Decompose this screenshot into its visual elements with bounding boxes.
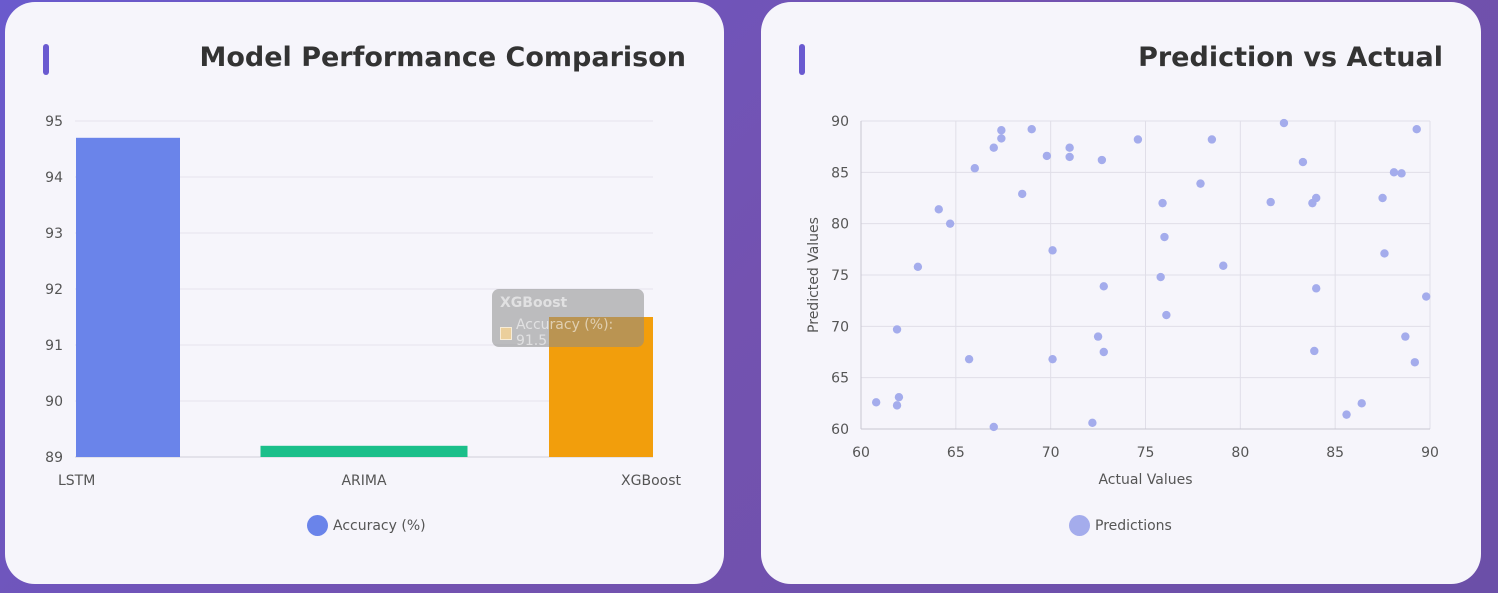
scatter-point — [997, 134, 1006, 143]
scatter-point — [1422, 292, 1431, 301]
scatter-point — [1412, 125, 1421, 134]
bar-chart[interactable]: 89 90 91 92 93 94 95 LSTM ARIMA XGBoost — [5, 2, 724, 502]
y-tick-label: 93 — [45, 226, 63, 242]
x-tick-label: 85 — [1326, 445, 1344, 461]
scatter-point — [1133, 135, 1143, 144]
scatter-point — [1158, 198, 1167, 208]
x-axis-title: Actual Values — [1098, 472, 1192, 488]
y-tick-label: 60 — [831, 422, 849, 438]
scatter-point — [892, 401, 902, 410]
chart-tooltip: XGBoost Accuracy (%): 91.5 — [492, 289, 644, 349]
tooltip-swatch — [500, 326, 512, 340]
y-axis-title: Predicted Values — [806, 217, 822, 333]
x-tick-label: 80 — [1231, 445, 1249, 461]
scatter-point — [989, 422, 998, 432]
tooltip-title: XGBoost — [500, 295, 568, 311]
x-tick-label: LSTM — [58, 473, 95, 489]
y-tick-label: 89 — [45, 450, 63, 466]
scatter-point — [1088, 418, 1097, 428]
scatter-point — [913, 262, 923, 271]
scatter-point — [1410, 358, 1420, 367]
scatter-point — [1266, 197, 1275, 207]
scatter-point — [989, 143, 998, 152]
legend-label: Predictions — [1095, 517, 1172, 534]
y-tick-label: 80 — [831, 217, 849, 233]
scatter-point — [1048, 246, 1057, 255]
model-performance-card: Model Performance Comparison 89 90 91 92 93 9… — [5, 2, 724, 584]
scatter-point — [997, 126, 1006, 135]
scatter-point — [1389, 168, 1399, 177]
scatter-point — [871, 398, 881, 407]
scatter-point — [964, 354, 974, 364]
scatter-point — [1065, 143, 1074, 152]
x-tick-label: 70 — [1042, 445, 1060, 461]
legend-label: Accuracy (%) — [333, 517, 426, 534]
scatter-point — [1065, 152, 1074, 162]
bar-arima — [260, 445, 468, 457]
x-tick-label: 90 — [1421, 445, 1439, 461]
scatter-point — [945, 219, 955, 228]
scatter-point — [1380, 249, 1389, 258]
x-tick-label: ARIMA — [341, 473, 387, 489]
x-tick-label: 75 — [1137, 445, 1155, 461]
scatter-point — [970, 164, 979, 173]
x-tick-label: 60 — [852, 445, 870, 461]
y-tick-label: 65 — [831, 371, 849, 387]
bar-chart-legend[interactable]: Accuracy (%) — [307, 515, 426, 536]
scatter-chart-legend[interactable]: Predictions — [1069, 515, 1172, 536]
y-tick-label: 92 — [45, 282, 63, 298]
legend-swatch — [307, 515, 328, 536]
bar-lstm — [76, 137, 180, 458]
scatter-point — [1027, 125, 1036, 134]
y-tick-label: 91 — [45, 338, 63, 354]
scatter-point — [892, 325, 902, 334]
y-tick-label: 94 — [45, 170, 63, 186]
scatter-point — [1298, 157, 1308, 167]
scatter-point — [1279, 118, 1289, 128]
scatter-point — [1312, 193, 1321, 203]
scatter-point — [1093, 332, 1103, 341]
x-tick-label: XGBoost — [621, 473, 681, 489]
scatter-point — [1342, 410, 1351, 419]
y-tick-label: 90 — [831, 114, 849, 130]
prediction-vs-actual-card: Prediction vs Actual 60 65 70 75 80 85 90 60 65 7… — [761, 2, 1481, 584]
y-tick-label: 95 — [45, 114, 63, 130]
scatter-point — [1357, 399, 1366, 408]
scatter-point — [1156, 272, 1165, 282]
scatter-point — [894, 392, 904, 402]
scatter-point — [1219, 261, 1228, 270]
scatter-point — [1160, 232, 1169, 242]
scatter-point — [1042, 151, 1052, 161]
scatter-point — [1378, 193, 1387, 203]
scatter-chart[interactable]: 60 65 70 75 80 85 90 60 65 70 75 80 85 90 Actual Value… — [761, 2, 1481, 502]
y-tick-label: 70 — [831, 319, 849, 335]
scatter-point — [1310, 346, 1319, 356]
scatter-point — [1099, 282, 1108, 291]
y-tick-label: 85 — [831, 165, 849, 181]
scatter-point — [1312, 284, 1321, 293]
scatter-point — [1401, 332, 1410, 341]
scatter-point — [1207, 135, 1217, 144]
scatter-point — [1099, 347, 1108, 357]
scatter-point — [1162, 310, 1171, 320]
y-tick-label: 90 — [45, 394, 63, 410]
tooltip-value: Accuracy (%): 91.5 — [515, 317, 614, 349]
scatter-point — [1097, 155, 1107, 165]
x-tick-label: 65 — [947, 445, 965, 461]
scatter-point — [1018, 189, 1027, 199]
scatter-point — [1048, 354, 1057, 364]
legend-swatch — [1069, 515, 1090, 536]
scatter-point — [934, 205, 943, 214]
scatter-point — [1196, 179, 1205, 188]
y-tick-label: 75 — [831, 268, 849, 284]
scatter-point — [1397, 169, 1406, 178]
